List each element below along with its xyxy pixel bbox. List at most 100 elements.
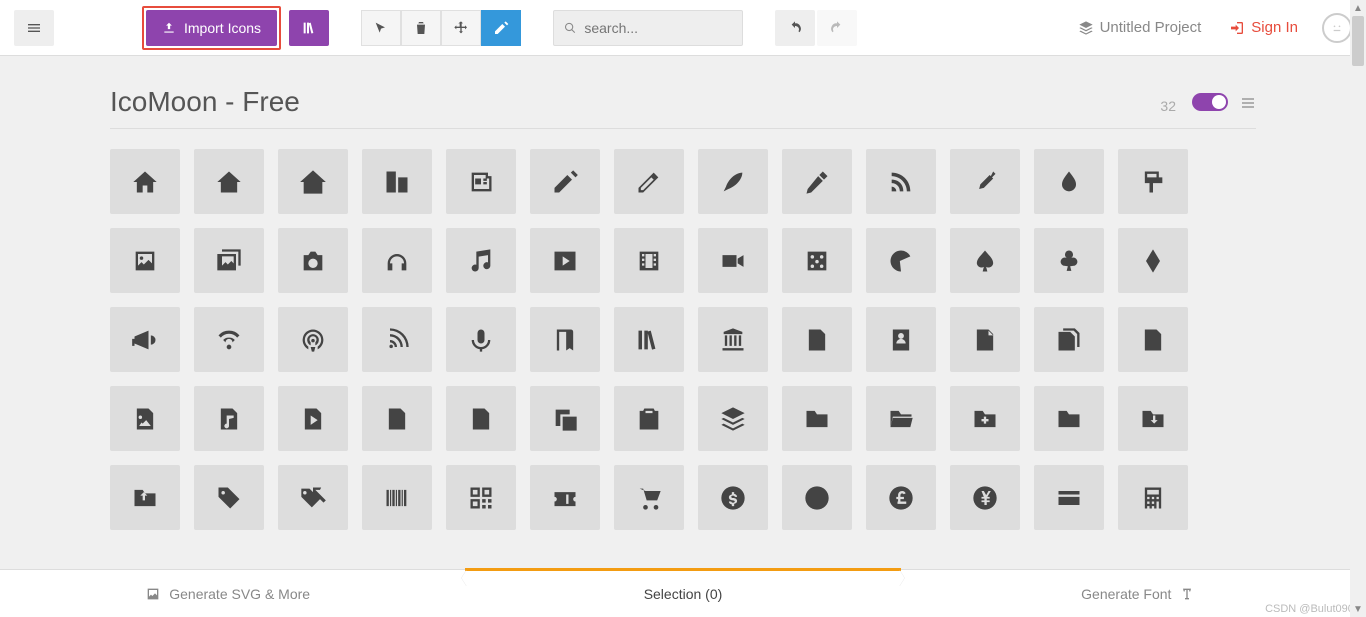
icon-barcode[interactable] [362,465,432,530]
icon-diamonds[interactable] [1118,228,1188,293]
icon-file-zip[interactable] [446,386,516,451]
avatar[interactable] [1322,13,1352,43]
icon-calculator[interactable] [1118,465,1188,530]
search-box[interactable] [553,10,743,46]
books-icon [635,326,663,354]
icon-coin-dollar[interactable] [698,465,768,530]
images-icon [215,247,243,275]
selection-tab[interactable]: Selection (0) [455,570,910,617]
edit-tool-button[interactable] [481,10,521,46]
icon-video-camera[interactable] [698,228,768,293]
icon-quill[interactable] [698,149,768,214]
icon-image[interactable] [110,228,180,293]
icon-books[interactable] [614,307,684,372]
eyedropper-icon [971,168,999,196]
icon-coin-pound[interactable] [866,465,936,530]
icon-camera[interactable] [278,228,348,293]
import-highlight: Import Icons [142,6,281,50]
icon-pacman[interactable] [866,228,936,293]
icon-eyedropper[interactable] [950,149,1020,214]
icon-bullhorn[interactable] [110,307,180,372]
icon-headphones[interactable] [362,228,432,293]
icon-stack[interactable] [698,386,768,451]
files-empty-icon [1055,326,1083,354]
scroll-up-icon[interactable]: ▲ [1350,0,1366,16]
library-button[interactable] [289,10,329,46]
file-text-icon [803,326,831,354]
price-tag-icon [215,484,243,512]
icon-pencil2[interactable] [614,149,684,214]
icon-cart[interactable] [614,465,684,530]
undo-button[interactable] [775,10,815,46]
icon-home[interactable] [110,149,180,214]
icon-profile[interactable] [866,307,936,372]
icon-pen[interactable] [782,149,852,214]
set-title: IcoMoon - Free [110,86,1160,118]
droplet-icon [1055,168,1083,196]
search-input[interactable] [584,20,732,36]
scrollbar-thumb[interactable] [1352,16,1364,66]
icon-folder[interactable] [782,386,852,451]
icon-file-video[interactable] [362,386,432,451]
icon-file-text[interactable] [782,307,852,372]
icon-file-picture[interactable] [110,386,180,451]
scroll-down-icon[interactable]: ▼ [1350,601,1366,617]
icon-copy[interactable] [530,386,600,451]
menu-button[interactable] [14,10,54,46]
signin-button[interactable]: Sign In [1229,19,1298,36]
barcode-icon [383,484,411,512]
icon-home2[interactable] [194,149,264,214]
icon-file-text2[interactable] [1118,307,1188,372]
icon-price-tag[interactable] [194,465,264,530]
icon-film[interactable] [614,228,684,293]
icon-folder-download[interactable] [1118,386,1188,451]
grid-toggle[interactable] [1192,93,1228,111]
icon-blog[interactable] [866,149,936,214]
icon-library[interactable] [698,307,768,372]
icon-price-tags[interactable] [278,465,348,530]
icon-feed[interactable] [362,307,432,372]
icon-folder-minus[interactable] [1034,386,1104,451]
icon-folder-plus[interactable] [950,386,1020,451]
generate-svg-tab[interactable]: Generate SVG & More [0,570,455,617]
icon-files-empty[interactable] [1034,307,1104,372]
icon-file-empty[interactable] [950,307,1020,372]
list-view-button[interactable] [1240,95,1256,116]
icon-newspaper[interactable] [446,149,516,214]
file-zip-icon [467,405,495,433]
icon-play[interactable] [530,228,600,293]
icon-file-music[interactable] [194,386,264,451]
image-icon [145,586,161,602]
delete-tool-button[interactable] [401,10,441,46]
icon-coin-euro[interactable] [782,465,852,530]
icon-folder-upload[interactable] [110,465,180,530]
select-tool-button[interactable] [361,10,401,46]
icon-folder-open[interactable] [866,386,936,451]
icon-home3[interactable] [278,149,348,214]
icon-pencil[interactable] [530,149,600,214]
icon-paste[interactable] [614,386,684,451]
icon-paint-format[interactable] [1118,149,1188,214]
icon-office[interactable] [362,149,432,214]
icon-spades[interactable] [950,228,1020,293]
icon-book[interactable] [530,307,600,372]
icon-qrcode[interactable] [446,465,516,530]
icon-ticket[interactable] [530,465,600,530]
redo-button[interactable] [817,10,857,46]
icon-clubs[interactable] [1034,228,1104,293]
icon-connection[interactable] [194,307,264,372]
import-icons-button[interactable]: Import Icons [146,10,277,46]
file-video-icon [383,405,411,433]
icon-credit-card[interactable] [1034,465,1104,530]
icon-images[interactable] [194,228,264,293]
icon-dice[interactable] [782,228,852,293]
move-tool-button[interactable] [441,10,481,46]
scrollbar[interactable]: ▲ ▼ [1350,0,1366,617]
icon-coin-yen[interactable] [950,465,1020,530]
project-menu[interactable]: Untitled Project [1078,19,1202,36]
icon-mic[interactable] [446,307,516,372]
icon-music[interactable] [446,228,516,293]
icon-podcast[interactable] [278,307,348,372]
icon-droplet[interactable] [1034,149,1104,214]
icon-file-play[interactable] [278,386,348,451]
